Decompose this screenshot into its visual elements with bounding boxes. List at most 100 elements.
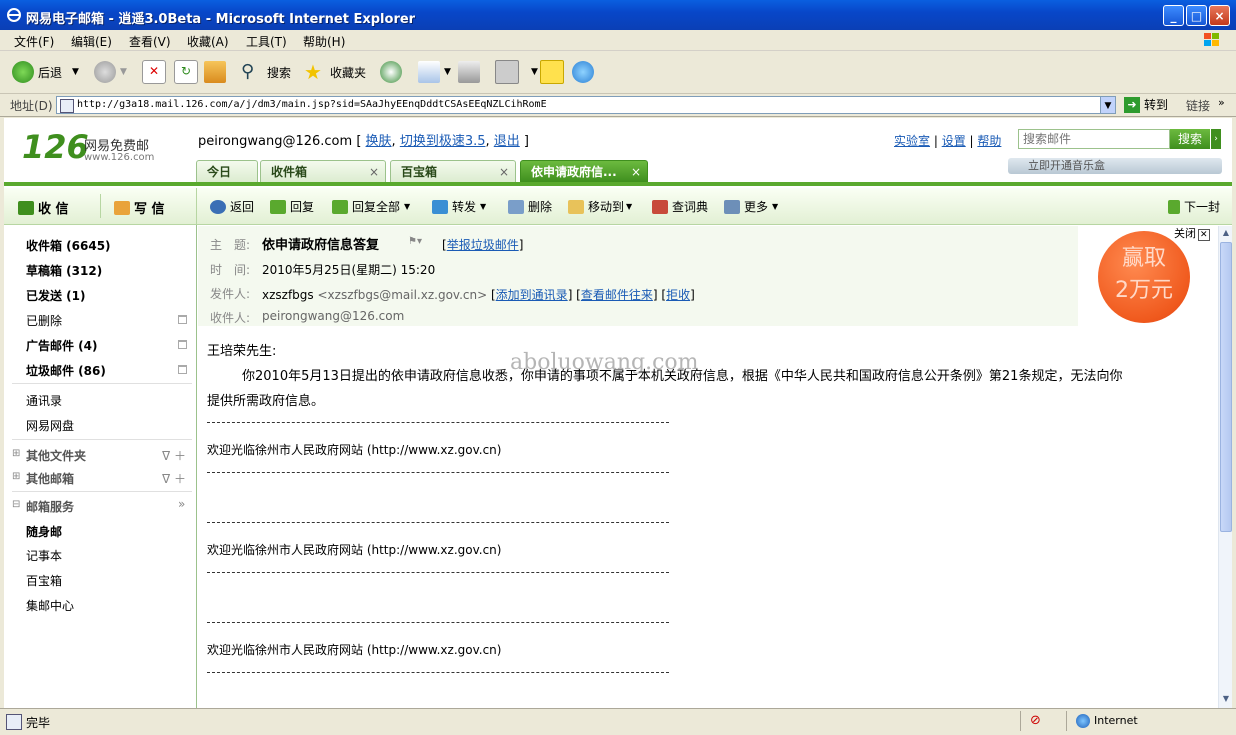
tab-treasure[interactable]: 百宝箱 × [390,160,516,182]
add-folder-icon[interactable]: ᐁ ＋ [162,447,186,464]
status-separator [1066,711,1067,731]
links-expand-icon[interactable]: » [1218,96,1225,109]
add-mailbox-icon[interactable]: ᐁ ＋ [162,470,186,487]
other-folders-header[interactable]: 其他文件夹 [26,447,86,464]
forward-mail-button[interactable]: 转发 ▼ [432,198,486,215]
tab-inbox[interactable]: 收件箱 × [260,160,386,182]
reply-button[interactable]: 回复 [270,198,314,215]
back-to-list-button[interactable]: 返回 [210,198,254,215]
home-button[interactable] [204,59,230,85]
mail-header: 126 网易免费邮 www.126.com peirongwang@126.co… [4,118,1232,184]
mail-button[interactable]: ▼ [418,59,451,85]
flag-icon[interactable]: ⚑▾ [408,236,422,247]
notes-button[interactable] [540,59,568,85]
search-expand-icon[interactable]: › [1211,129,1221,149]
refresh-button[interactable]: ↻ [174,59,202,85]
reject-link[interactable]: 拒收 [666,288,690,302]
next-mail-button[interactable]: 下一封 [1168,198,1220,215]
service-treasure[interactable]: 百宝箱 [26,572,62,589]
minimize-button[interactable]: _ [1163,5,1184,26]
vertical-scrollbar[interactable]: ▲ ▼ [1218,226,1232,708]
url-input[interactable]: http://g3a18.mail.126.com/a/j/dm3/main.j… [56,96,1116,114]
stop-button[interactable]: ✕ [142,59,170,85]
promo-close[interactable]: 关闭 ✕ [1174,225,1210,241]
search-button[interactable]: ⚲ 搜索 [241,59,291,85]
forward-button[interactable]: ▼ [94,59,127,85]
logout-link[interactable]: 退出 [494,134,520,149]
back-dropdown-icon[interactable]: ▼ [72,67,79,77]
popup-blocked-icon[interactable]: ⊘ [1030,713,1041,728]
collapse-minus-icon[interactable]: ⊟ [12,499,20,510]
reply-icon [270,199,286,214]
edit-button[interactable]: ▼ [495,59,538,85]
delete-button[interactable]: 删除 [508,198,552,215]
mail-search-input[interactable] [1018,129,1170,149]
report-spam-link[interactable]: 举报垃圾邮件 [447,238,519,252]
links-label[interactable]: 链接 [1186,97,1210,114]
more-button[interactable]: 更多 ▼ [724,198,778,215]
url-dropdown-icon[interactable]: ▼ [1100,96,1116,114]
scroll-thumb[interactable] [1220,242,1232,532]
folder-spam[interactable]: 垃圾邮件 (86) [26,362,106,379]
services-expand-icon[interactable]: » [178,497,185,511]
services-header[interactable]: 邮箱服务 [26,498,74,515]
tab-close-icon[interactable]: × [499,161,509,182]
forward-dropdown-icon[interactable]: ▼ [120,67,127,77]
add-contact-link[interactable]: 添加到通讯录 [496,288,568,302]
empty-trash-icon[interactable] [178,365,187,374]
messenger-button[interactable] [572,59,598,85]
switch-speed-link[interactable]: 切换到极速3.5 [400,134,486,149]
contacts-link[interactable]: 通讯录 [26,392,62,409]
receive-button[interactable]: 收 信 [18,198,69,217]
menu-help[interactable]: 帮助(H) [303,33,345,50]
back-button[interactable]: 后退 ▼ [12,59,79,85]
tab-today[interactable]: 今日 [196,160,258,182]
go-button[interactable]: ➜ 转到 [1124,96,1168,113]
service-stamps[interactable]: 集邮中心 [26,597,74,614]
folder-deleted[interactable]: 已删除 [26,312,62,329]
netdisk-link[interactable]: 网易网盘 [26,417,74,434]
mail-search-button[interactable]: 搜索 [1170,129,1210,149]
report-spam: [举报垃圾邮件] [442,238,524,252]
menu-file[interactable]: 文件(F) [14,33,54,50]
other-mail-header[interactable]: 其他邮箱 [26,470,74,487]
reply-all-button[interactable]: 回复全部 ▼ [332,198,410,215]
help-link[interactable]: 帮助 [977,134,1001,148]
empty-trash-icon[interactable] [178,315,187,324]
menu-tools[interactable]: 工具(T) [246,33,287,50]
lab-link[interactable]: 实验室 [894,134,930,148]
tab-close-icon[interactable]: × [631,161,641,182]
menu-view[interactable]: 查看(V) [129,33,171,50]
scroll-down-icon[interactable]: ▼ [1220,692,1232,706]
music-box-bar[interactable]: 立即开通音乐盒 [1008,158,1222,174]
scroll-up-icon[interactable]: ▲ [1220,226,1232,240]
edit-dropdown-icon[interactable]: ▼ [531,67,538,77]
dictionary-button[interactable]: 查词典 [652,198,708,215]
settings-link[interactable]: 设置 [942,134,966,148]
print-button[interactable] [458,59,484,85]
close-window-button[interactable]: × [1209,5,1230,26]
move-to-button[interactable]: 移动到 ▼ [568,198,632,215]
menu-favorites[interactable]: 收藏(A) [187,33,229,50]
view-history-link[interactable]: 查看邮件往来 [581,288,653,302]
folder-ads[interactable]: 广告邮件 (4) [26,337,98,354]
tab-current-mail[interactable]: 依申请政府信... × [520,160,648,182]
empty-trash-icon[interactable] [178,340,187,349]
maximize-button[interactable]: □ [1186,5,1207,26]
history-button[interactable] [380,59,406,85]
folder-drafts[interactable]: 草稿箱 (312) [26,262,102,279]
favorites-button[interactable]: ★ 收藏夹 [304,59,366,85]
mail-dropdown-icon[interactable]: ▼ [444,67,451,77]
expand-plus-icon[interactable]: ⊞ [12,471,20,482]
tab-close-icon[interactable]: × [369,161,379,182]
more-label: 更多 [744,200,769,214]
service-notepad[interactable]: 记事本 [26,547,62,564]
menu-edit[interactable]: 编辑(E) [71,33,112,50]
expand-plus-icon[interactable]: ⊞ [12,448,20,459]
folder-inbox[interactable]: 收件箱 (6645) [26,237,111,254]
compose-button[interactable]: 写 信 [114,198,165,217]
folder-sent[interactable]: 已发送 (1) [26,287,86,304]
skin-link[interactable]: 换肤 [366,134,392,149]
service-mobile[interactable]: 随身邮 [26,523,62,540]
promo-badge[interactable]: 赢取 2万元 [1098,231,1190,323]
